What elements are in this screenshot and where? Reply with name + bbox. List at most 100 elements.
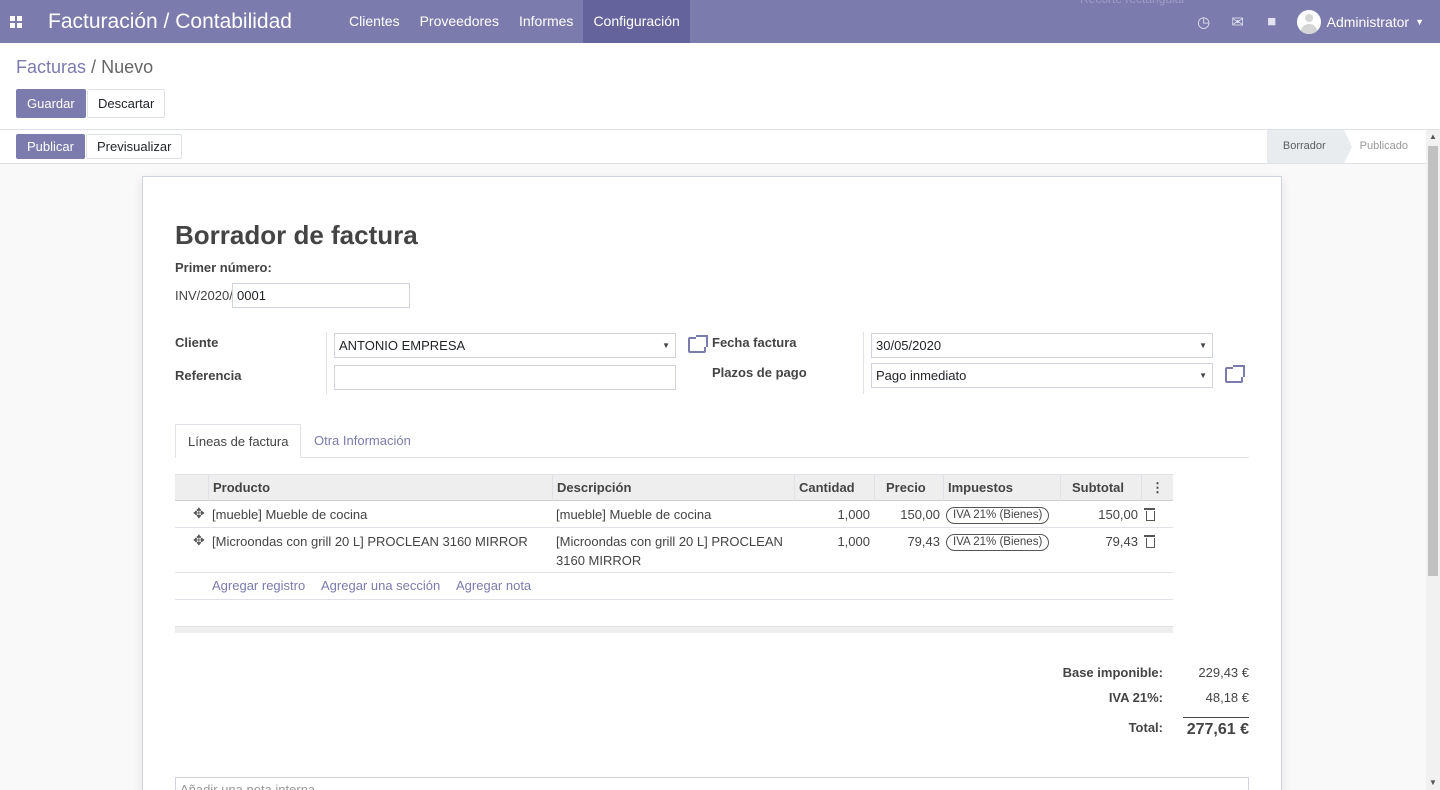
- row-description[interactable]: [mueble] Mueble de cocina: [556, 505, 711, 524]
- save-button[interactable]: Guardar: [16, 89, 86, 118]
- col-quantity[interactable]: Cantidad: [794, 475, 874, 501]
- breadcrumb-facturas[interactable]: Facturas: [16, 57, 86, 77]
- publish-button[interactable]: Publicar: [16, 134, 85, 159]
- row-product[interactable]: [mueble] Mueble de cocina: [212, 505, 367, 524]
- col-subtotal[interactable]: Subtotal: [1060, 475, 1142, 501]
- payment-terms-value: Pago inmediato: [876, 368, 967, 383]
- column-options-icon[interactable]: ⋮: [1141, 475, 1173, 501]
- menu-informes[interactable]: Informes: [509, 0, 583, 43]
- scrollbar-thumb[interactable]: [1428, 146, 1438, 576]
- col-price[interactable]: Precio: [874, 475, 944, 501]
- breadcrumb-separator: /: [91, 57, 97, 77]
- form-title: Borrador de factura: [175, 220, 418, 250]
- total-divider: [1183, 717, 1249, 718]
- add-note-link[interactable]: Agregar nota: [456, 578, 531, 593]
- customer-select[interactable]: ANTONIO EMPRESA ▼: [334, 333, 676, 358]
- invoice-date-label: Fecha factura: [712, 335, 797, 350]
- vat-value: 48,18 €: [1205, 690, 1249, 705]
- clock-icon[interactable]: ◷: [1187, 13, 1221, 31]
- page-scrollbar[interactable]: ▲ ▼: [1426, 130, 1440, 790]
- payment-terms-select[interactable]: Pago inmediato ▼: [871, 363, 1213, 388]
- row-quantity[interactable]: 1,000: [794, 505, 870, 524]
- total-label: Total:: [1128, 720, 1163, 735]
- drag-handle-icon[interactable]: ✥: [193, 532, 205, 549]
- menu-clientes[interactable]: Clientes: [339, 0, 410, 43]
- col-product[interactable]: Producto: [208, 475, 553, 501]
- main-menu: Clientes Proveedores Informes Configurac…: [339, 0, 690, 43]
- gift-icon[interactable]: ■: [1255, 13, 1289, 30]
- user-menu[interactable]: Administrator ▼: [1296, 9, 1424, 34]
- chevron-down-icon: ▼: [1415, 16, 1424, 27]
- invoice-lines-table: Producto Descripción Cantidad Precio Imp…: [175, 474, 1173, 600]
- row-quantity[interactable]: 1,000: [794, 532, 870, 551]
- internal-note-input[interactable]: Añadir una nota interna...: [175, 777, 1249, 790]
- chat-icon[interactable]: ✉: [1221, 13, 1255, 31]
- col-description[interactable]: Descripción: [552, 475, 794, 501]
- table-header: Producto Descripción Cantidad Precio Imp…: [175, 474, 1173, 501]
- scroll-up-arrow-icon[interactable]: ▲: [1426, 130, 1440, 144]
- discard-button[interactable]: Descartar: [87, 89, 166, 118]
- trash-icon[interactable]: [1144, 508, 1155, 521]
- control-panel: Facturas / Nuevo Guardar Descartar: [0, 43, 1440, 130]
- row-subtotal: 150,00: [1098, 507, 1138, 522]
- app-title[interactable]: Facturación / Contabilidad: [48, 10, 292, 34]
- status-steps: Borrador Publicado: [1266, 130, 1424, 163]
- tab-invoice-lines[interactable]: Líneas de factura: [175, 424, 302, 458]
- trash-icon[interactable]: [1144, 535, 1155, 548]
- table-row[interactable]: ✥ [Microondas con grill 20 L] PROCLEAN 3…: [175, 528, 1173, 573]
- field-divider: [326, 332, 327, 394]
- user-name: Administrator: [1326, 13, 1410, 30]
- invoice-form-sheet: Borrador de factura Primer número: INV/2…: [142, 176, 1282, 790]
- dropdown-caret-icon: ▼: [1199, 341, 1207, 350]
- reference-input[interactable]: [334, 365, 676, 390]
- external-link-icon[interactable]: [1225, 365, 1245, 383]
- row-description-line: [Microondas con grill 20 L] PROCLEAN: [556, 534, 783, 549]
- invoice-prefix: INV/2020/: [175, 288, 233, 303]
- add-section-link[interactable]: Agregar una sección: [321, 578, 440, 593]
- dropdown-caret-icon: ▼: [662, 341, 670, 350]
- status-bar: Publicar Previsualizar Borrador Publicad…: [0, 130, 1440, 164]
- row-subtotal: 79,43: [1105, 534, 1138, 549]
- table-footer: [175, 626, 1173, 633]
- menu-configuracion[interactable]: Configuración: [583, 0, 690, 43]
- row-product[interactable]: [Microondas con grill 20 L] PROCLEAN 316…: [212, 532, 528, 551]
- top-navbar: Facturación / Contabilidad Clientes Prov…: [0, 0, 1440, 43]
- invoice-date-value: 30/05/2020: [876, 338, 942, 353]
- apps-menu-icon[interactable]: [0, 0, 32, 43]
- preview-button[interactable]: Previsualizar: [86, 134, 183, 159]
- add-record-link[interactable]: Agregar registro: [212, 578, 305, 593]
- dropdown-caret-icon: ▼: [1199, 371, 1207, 380]
- form-tabs: Líneas de factura Otra Información: [175, 424, 1249, 458]
- vat-label: IVA 21%:: [1108, 690, 1163, 705]
- base-value: 229,43 €: [1198, 665, 1249, 680]
- total-value: 277,61 €: [1186, 721, 1249, 738]
- field-divider: [863, 332, 864, 394]
- row-description[interactable]: [Microondas con grill 20 L] PROCLEAN 316…: [556, 532, 783, 570]
- tab-other-info[interactable]: Otra Información: [302, 424, 423, 458]
- table-row[interactable]: ✥ [mueble] Mueble de cocina [mueble] Mue…: [175, 501, 1173, 528]
- invoice-number-field[interactable]: 0001: [232, 283, 410, 308]
- add-line-links: Agregar registro Agregar una sección Agr…: [175, 573, 1173, 600]
- customer-value: ANTONIO EMPRESA: [339, 338, 466, 353]
- breadcrumb: Facturas / Nuevo: [16, 57, 153, 78]
- status-step-posted: Publicado: [1359, 140, 1408, 152]
- base-label: Base imponible:: [1062, 665, 1163, 680]
- breadcrumb-current: Nuevo: [101, 57, 154, 77]
- avatar: [1296, 9, 1321, 34]
- payment-terms-label: Plazos de pago: [712, 365, 807, 380]
- tax-badge[interactable]: IVA 21% (Bienes): [946, 534, 1050, 551]
- tax-badge[interactable]: IVA 21% (Bienes): [946, 507, 1050, 524]
- row-price[interactable]: 79,43: [874, 532, 940, 551]
- row-price[interactable]: 150,00: [874, 505, 940, 524]
- customer-label: Cliente: [175, 335, 219, 350]
- menu-proveedores[interactable]: Proveedores: [410, 0, 509, 43]
- invoice-date-field[interactable]: 30/05/2020 ▼: [871, 333, 1213, 358]
- systray: ◷ ✉ ■ Administrator ▼: [1187, 0, 1440, 43]
- drag-handle-icon[interactable]: ✥: [193, 505, 205, 522]
- external-link-icon[interactable]: [688, 335, 708, 353]
- reference-label: Referencia: [175, 368, 242, 383]
- col-taxes[interactable]: Impuestos: [943, 475, 1061, 501]
- first-number-label: Primer número:: [175, 260, 272, 275]
- row-description-line: 3160 MIRROR: [556, 553, 642, 568]
- scroll-down-arrow-icon[interactable]: ▼: [1426, 776, 1440, 790]
